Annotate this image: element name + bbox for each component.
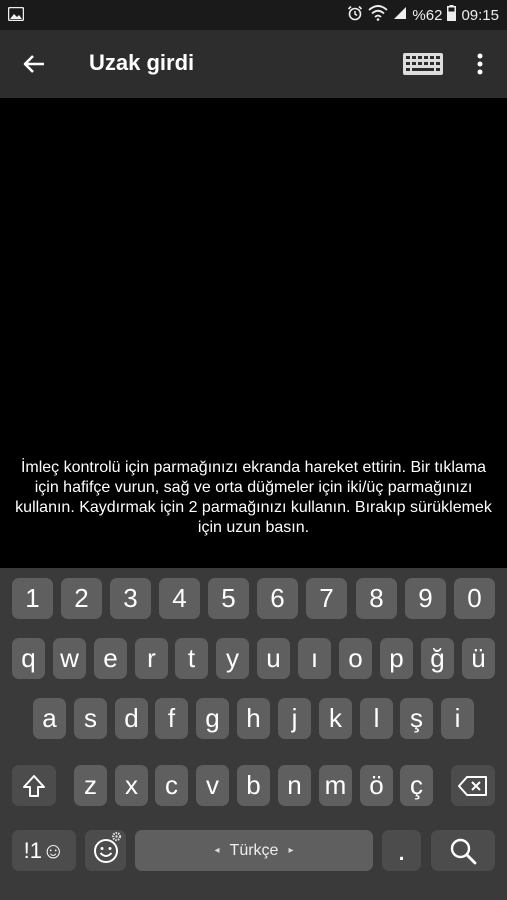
key-8[interactable]: 8	[356, 578, 397, 619]
space-key[interactable]: ◂ Türkçe ▸	[135, 830, 373, 871]
key-p[interactable]: p	[380, 638, 413, 679]
alarm-icon	[347, 5, 363, 27]
space-language-label: Türkçe	[229, 841, 279, 859]
more-vert-icon	[477, 53, 483, 75]
key-q[interactable]: q	[12, 638, 45, 679]
signal-icon	[393, 6, 407, 26]
status-icons: %62 09:15	[347, 5, 499, 27]
keyboard-icon	[403, 53, 443, 75]
key-f[interactable]: f	[155, 698, 188, 739]
key-s[interactable]: s	[74, 698, 107, 739]
key-3[interactable]: 3	[110, 578, 151, 619]
clock: 09:15	[461, 7, 499, 24]
status-bar: %62 09:15	[0, 0, 507, 30]
key-6[interactable]: 6	[257, 578, 298, 619]
key-l[interactable]: l	[360, 698, 393, 739]
key-k[interactable]: k	[319, 698, 352, 739]
back-button[interactable]	[14, 44, 54, 84]
wifi-icon	[368, 5, 389, 27]
touchpad-area[interactable]: İmleç kontrolü için parmağınızı ekranda …	[0, 98, 507, 568]
key-m[interactable]: m	[319, 765, 352, 806]
search-key[interactable]	[431, 830, 495, 871]
key-r[interactable]: r	[135, 638, 168, 679]
symbols-key[interactable]: !1☺	[12, 830, 76, 871]
key-2[interactable]: 2	[61, 578, 102, 619]
shift-key[interactable]	[12, 765, 56, 806]
app-bar: Uzak girdi	[0, 30, 507, 98]
key-dotless-i[interactable]: ı	[298, 638, 331, 679]
key-h[interactable]: h	[237, 698, 270, 739]
key-w[interactable]: w	[53, 638, 86, 679]
key-o[interactable]: o	[339, 638, 372, 679]
key-5[interactable]: 5	[208, 578, 249, 619]
key-e[interactable]: e	[94, 638, 127, 679]
key-v[interactable]: v	[196, 765, 229, 806]
key-i[interactable]: i	[441, 698, 474, 739]
key-d[interactable]: d	[115, 698, 148, 739]
key-x[interactable]: x	[115, 765, 148, 806]
key-y[interactable]: y	[216, 638, 249, 679]
key-j[interactable]: j	[278, 698, 311, 739]
touchpad-hint: İmleç kontrolü için parmağınızı ekranda …	[15, 459, 492, 536]
battery-percent: %62	[412, 7, 443, 24]
language-right-arrow: ▸	[288, 845, 294, 856]
keyboard: 1 2 3 4 5 6 7 8 9 0 q w e r t y u ı o p …	[0, 568, 507, 900]
key-0[interactable]: 0	[454, 578, 495, 619]
emoji-key[interactable]	[85, 830, 126, 871]
key-z[interactable]: z	[74, 765, 107, 806]
key-c[interactable]: c	[155, 765, 188, 806]
key-u-umlaut[interactable]: ü	[462, 638, 495, 679]
search-icon	[450, 838, 477, 864]
key-o-umlaut[interactable]: ö	[360, 765, 393, 806]
period-key[interactable]: .	[382, 830, 421, 871]
key-n[interactable]: n	[278, 765, 311, 806]
key-4[interactable]: 4	[159, 578, 200, 619]
keyboard-button[interactable]	[398, 47, 448, 81]
page-title: Uzak girdi	[89, 50, 195, 75]
more-options-button[interactable]	[464, 44, 496, 84]
back-arrow-icon	[23, 55, 44, 73]
language-left-arrow: ◂	[214, 845, 220, 856]
key-c-cedilla[interactable]: ç	[400, 765, 433, 806]
shift-icon	[23, 774, 45, 797]
key-a[interactable]: a	[33, 698, 66, 739]
key-1[interactable]: 1	[12, 578, 53, 619]
backspace-icon	[458, 775, 487, 796]
key-g-breve[interactable]: ğ	[421, 638, 454, 679]
battery-icon	[447, 5, 457, 27]
image-icon	[7, 6, 25, 26]
key-s-cedilla[interactable]: ş	[400, 698, 433, 739]
key-g[interactable]: g	[196, 698, 229, 739]
settings-icon	[111, 831, 122, 842]
key-u[interactable]: u	[257, 638, 290, 679]
key-t[interactable]: t	[175, 638, 208, 679]
key-b[interactable]: b	[237, 765, 270, 806]
key-7[interactable]: 7	[306, 578, 347, 619]
key-9[interactable]: 9	[405, 578, 446, 619]
backspace-key[interactable]	[451, 765, 495, 806]
